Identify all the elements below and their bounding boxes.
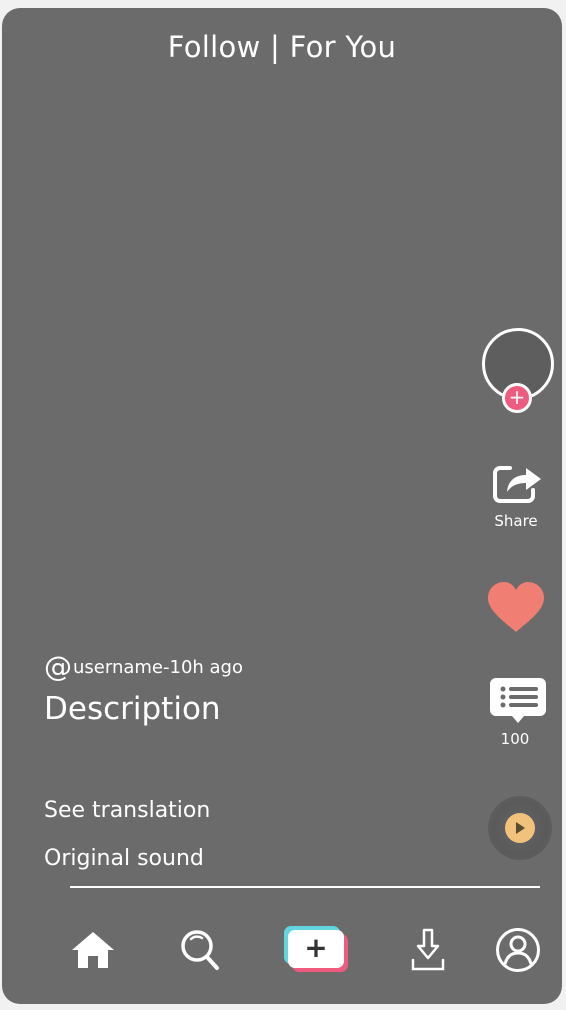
creator-avatar-group[interactable]: + <box>482 328 554 418</box>
home-icon <box>72 932 114 968</box>
sound-disc-button[interactable] <box>488 796 552 860</box>
video-feed-screen: Follow | For You + Share 100 @username-1… <box>2 8 562 1004</box>
original-sound-link[interactable]: Original sound <box>44 846 204 871</box>
comment-button[interactable]: 100 <box>488 676 548 748</box>
nav-search[interactable] <box>178 926 222 974</box>
nav-download[interactable] <box>408 926 448 974</box>
post-description: Description <box>44 691 221 727</box>
follow-button[interactable]: + <box>502 383 532 413</box>
nav-home[interactable] <box>68 926 118 974</box>
feed-tabs-label[interactable]: Follow | For You <box>168 30 397 64</box>
create-button[interactable]: + <box>284 926 348 972</box>
create-plus-icon: + <box>288 930 344 968</box>
post-meta[interactable]: @username-10h ago <box>44 650 243 683</box>
search-icon <box>181 930 219 970</box>
play-icon <box>505 813 535 843</box>
comment-count: 100 <box>500 730 530 748</box>
profile-icon <box>496 928 540 972</box>
share-button[interactable]: Share <box>490 458 546 530</box>
see-translation-link[interactable]: See translation <box>44 798 210 823</box>
comment-icon <box>490 678 546 723</box>
at-symbol: @ <box>44 650 72 683</box>
username-time[interactable]: username-10h ago <box>73 657 243 678</box>
share-icon <box>493 466 541 503</box>
download-icon <box>411 928 445 971</box>
divider <box>70 886 540 888</box>
like-button[interactable] <box>486 578 546 638</box>
share-label: Share <box>494 512 538 530</box>
nav-profile[interactable] <box>494 926 542 974</box>
feed-tabs[interactable]: Follow | For You <box>2 30 562 64</box>
heart-icon <box>488 582 544 632</box>
